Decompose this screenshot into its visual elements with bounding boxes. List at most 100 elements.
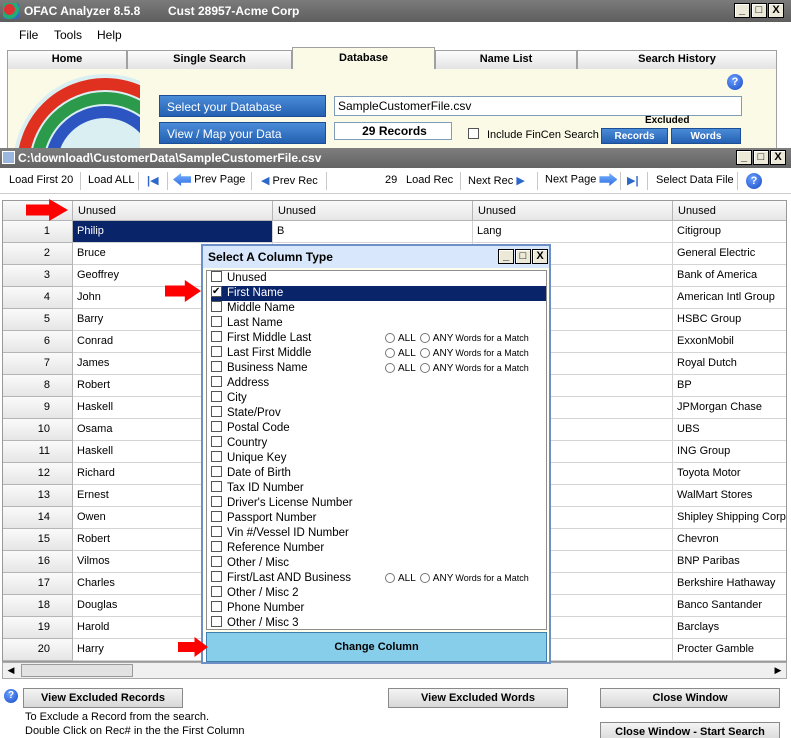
column-type-checkbox[interactable] bbox=[211, 376, 222, 388]
grid-cell[interactable]: American Intl Group bbox=[673, 287, 786, 309]
toolbar-help-icon[interactable]: ? bbox=[746, 173, 762, 189]
minimize-icon[interactable]: _ bbox=[734, 3, 750, 18]
view-excluded-words-button[interactable]: View Excluded Words bbox=[388, 688, 568, 708]
column-type-checkbox[interactable] bbox=[211, 601, 222, 613]
column-type-option[interactable]: Country bbox=[211, 436, 546, 451]
row-number[interactable]: 18 bbox=[3, 595, 73, 617]
row-number[interactable]: 6 bbox=[3, 331, 73, 353]
grid-cell[interactable]: UBS bbox=[673, 419, 786, 441]
grid-cell[interactable]: General Electric bbox=[673, 243, 786, 265]
grid-cell[interactable]: Berkshire Hathaway bbox=[673, 573, 786, 595]
row-number[interactable]: 15 bbox=[3, 529, 73, 551]
column-type-checkbox[interactable] bbox=[211, 361, 222, 373]
column-type-option[interactable]: Address bbox=[211, 376, 546, 391]
column-header-3[interactable]: Unused bbox=[473, 201, 673, 221]
grid-cell[interactable]: Bank of America bbox=[673, 265, 786, 287]
tab-home[interactable]: Home bbox=[7, 50, 127, 69]
column-type-option[interactable]: Last First Middle ALL ANY Words for a Match bbox=[211, 346, 546, 361]
column-type-checkbox[interactable] bbox=[211, 451, 222, 463]
column-type-option[interactable]: First Name bbox=[211, 284, 546, 301]
dialog-maximize-icon[interactable]: □ bbox=[515, 249, 531, 264]
tab-name-list[interactable]: Name List bbox=[435, 50, 577, 69]
grid-cell[interactable]: Lang bbox=[473, 221, 673, 243]
grid-cell[interactable]: Royal Dutch bbox=[673, 353, 786, 375]
horizontal-scrollbar[interactable]: ◀ ▶ bbox=[2, 662, 787, 679]
column-type-checkbox[interactable] bbox=[211, 284, 222, 299]
row-number[interactable]: 1 bbox=[3, 221, 73, 243]
next-rec-button[interactable]: Next Rec ▶ bbox=[468, 174, 525, 187]
grid-cell[interactable]: Philip bbox=[73, 221, 273, 243]
help-icon[interactable]: ? bbox=[727, 74, 743, 90]
column-type-option[interactable]: Other / Misc bbox=[211, 556, 546, 571]
load-all-button[interactable]: Load ALL bbox=[88, 174, 135, 186]
excluded-words-button[interactable]: Words bbox=[671, 128, 741, 144]
grid-cell[interactable]: BNP Paribas bbox=[673, 551, 786, 573]
prev-page-button[interactable]: Prev Page bbox=[173, 173, 245, 186]
scrollbar-thumb[interactable] bbox=[21, 664, 133, 677]
column-type-option[interactable]: Middle Name bbox=[211, 301, 546, 316]
child-maximize-icon[interactable]: □ bbox=[753, 150, 769, 165]
close-window-button[interactable]: Close Window bbox=[600, 688, 780, 708]
column-type-checkbox[interactable] bbox=[211, 541, 222, 553]
child-minimize-icon[interactable]: _ bbox=[736, 150, 752, 165]
column-type-checkbox[interactable] bbox=[211, 421, 222, 433]
tab-single-search[interactable]: Single Search bbox=[127, 50, 292, 69]
column-type-checkbox[interactable] bbox=[211, 271, 222, 283]
radio-any[interactable] bbox=[419, 333, 430, 344]
view-map-data-button[interactable]: View / Map your Data bbox=[159, 122, 326, 144]
grid-cell[interactable]: JPMorgan Chase bbox=[673, 397, 786, 419]
menu-tools[interactable]: Tools bbox=[54, 28, 82, 42]
tab-search-history[interactable]: Search History bbox=[577, 50, 777, 69]
column-type-checkbox[interactable] bbox=[211, 466, 222, 478]
table-row[interactable]: ▶1PhilipBLangCitigroup bbox=[3, 221, 786, 243]
column-type-option[interactable]: Phone Number bbox=[211, 601, 546, 616]
column-type-option[interactable]: Date of Birth bbox=[211, 466, 546, 481]
load-rec-button[interactable]: Load Rec bbox=[406, 174, 453, 186]
column-type-option[interactable]: Unused bbox=[211, 271, 546, 286]
change-column-button[interactable]: Change Column bbox=[206, 632, 547, 662]
column-type-option[interactable]: Driver's License Number bbox=[211, 496, 546, 511]
row-number[interactable]: 4 bbox=[3, 287, 73, 309]
close-start-search-button[interactable]: Close Window - Start Search bbox=[600, 722, 780, 738]
excluded-records-button[interactable]: Records bbox=[601, 128, 668, 144]
scroll-left-icon[interactable]: ◀ bbox=[4, 664, 18, 677]
select-database-button[interactable]: Select your Database bbox=[159, 95, 326, 117]
grid-cell[interactable]: Procter Gamble bbox=[673, 639, 786, 661]
column-type-checkbox[interactable] bbox=[211, 481, 222, 493]
row-number[interactable]: 19 bbox=[3, 617, 73, 639]
column-type-option[interactable]: Other / Misc 3 bbox=[211, 616, 546, 631]
next-page-button[interactable]: Next Page bbox=[545, 173, 618, 186]
column-type-checkbox[interactable] bbox=[211, 556, 222, 568]
radio-any[interactable] bbox=[419, 348, 430, 359]
row-number[interactable]: 5 bbox=[3, 309, 73, 331]
last-record-icon[interactable]: ▶| bbox=[627, 174, 639, 187]
column-type-option[interactable]: Vin #/Vessel ID Number bbox=[211, 526, 546, 541]
grid-cell[interactable]: Citigroup bbox=[673, 221, 786, 243]
scroll-right-icon[interactable]: ▶ bbox=[771, 664, 785, 677]
column-type-checkbox[interactable] bbox=[211, 436, 222, 448]
row-number[interactable]: 7 bbox=[3, 353, 73, 375]
child-close-icon[interactable]: X bbox=[770, 150, 786, 165]
column-type-checkbox[interactable] bbox=[211, 331, 222, 343]
bottom-help-icon[interactable]: ? bbox=[4, 689, 18, 703]
tab-database[interactable]: Database bbox=[292, 47, 435, 69]
radio-all[interactable] bbox=[385, 573, 395, 584]
menu-help[interactable]: Help bbox=[97, 28, 122, 42]
column-type-checkbox[interactable] bbox=[211, 616, 222, 628]
grid-cell[interactable]: Shipley Shipping Corp bbox=[673, 507, 786, 529]
column-type-checkbox[interactable] bbox=[211, 571, 222, 583]
column-type-checkbox[interactable] bbox=[211, 511, 222, 523]
column-type-checkbox[interactable] bbox=[211, 496, 222, 508]
column-type-option[interactable]: Postal Code bbox=[211, 421, 546, 436]
column-type-option[interactable]: Last Name bbox=[211, 316, 546, 331]
column-type-option[interactable]: Unique Key bbox=[211, 451, 546, 466]
dialog-close-icon[interactable]: X bbox=[532, 249, 548, 264]
column-type-checkbox[interactable] bbox=[211, 301, 222, 313]
row-number[interactable]: 16 bbox=[3, 551, 73, 573]
grid-cell[interactable]: Toyota Motor bbox=[673, 463, 786, 485]
row-number[interactable]: 2 bbox=[3, 243, 73, 265]
row-number[interactable]: 13 bbox=[3, 485, 73, 507]
menu-file[interactable]: File bbox=[19, 28, 38, 42]
column-type-checkbox[interactable] bbox=[211, 406, 222, 418]
column-type-option[interactable]: Other / Misc 2 bbox=[211, 586, 546, 601]
